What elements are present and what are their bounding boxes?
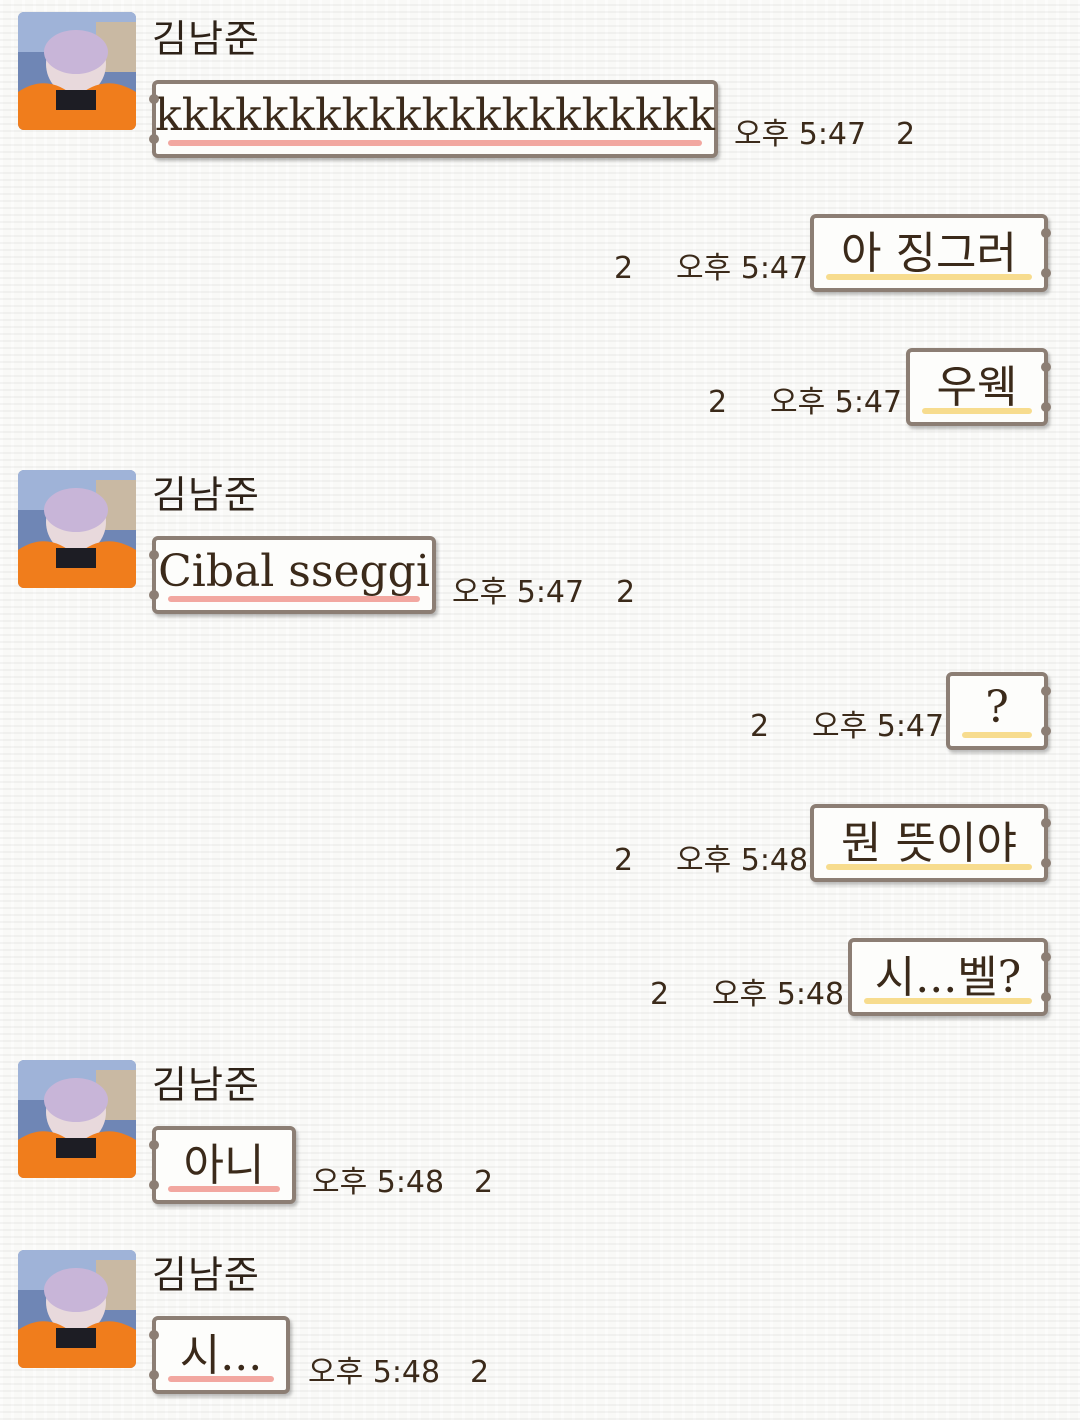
avatar[interactable] (18, 1060, 136, 1178)
bubble-underline (826, 864, 1032, 870)
unread-count: 2 (896, 117, 916, 152)
bubble-knob (149, 590, 159, 600)
unread-count: 2 (470, 1355, 490, 1390)
message-text: 아니 (183, 1140, 265, 1191)
bubble-underline (922, 408, 1032, 414)
message-bubble[interactable]: 뭔 뜻이야 (810, 804, 1051, 882)
message-time: 오후 5:48 (712, 977, 845, 1012)
message-text: 뭔 뜻이야 (841, 818, 1017, 869)
bubble-underline (168, 1376, 274, 1382)
bubble-knob (149, 1370, 159, 1380)
message-text: 우웩 (936, 362, 1018, 413)
message-text: 시... (179, 1330, 263, 1381)
message-text: ? (985, 681, 1009, 733)
message-text: 아 징그러 (841, 228, 1017, 279)
sender-name: 김남준 (152, 1253, 260, 1297)
bubble-knob (149, 1330, 159, 1340)
bubble-knob (149, 134, 159, 144)
sender-name: 김남준 (152, 1063, 260, 1107)
message-bubble[interactable]: 아니 (149, 1126, 296, 1204)
bubble-underline (962, 732, 1032, 738)
bubble-underline (168, 596, 420, 602)
message-bubble[interactable]: 시... (149, 1316, 290, 1394)
bubble-knob (1041, 952, 1051, 962)
avatar[interactable] (18, 470, 136, 588)
bubble-underline (168, 1186, 280, 1192)
bubble-knob (1041, 992, 1051, 1002)
message-time: 오후 5:47 (770, 385, 903, 420)
message-bubble[interactable]: 우웩 (906, 348, 1051, 426)
message-time: 오후 5:48 (312, 1165, 445, 1200)
bubble-knob (1041, 402, 1051, 412)
bubble-knob (149, 1180, 159, 1190)
message-time: 오후 5:47 (452, 575, 585, 610)
message-bubble[interactable]: 시...벨? (848, 938, 1051, 1016)
message-text: kkkkkkkkkkkkkkkkkkkkk (155, 89, 715, 141)
message-bubble[interactable]: Cibal sseggi (149, 536, 436, 614)
unread-count: 2 (614, 251, 634, 286)
unread-count: 2 (474, 1165, 494, 1200)
unread-count: 2 (708, 385, 728, 420)
message-time: 오후 5:47 (676, 251, 809, 286)
message-time: 오후 5:48 (308, 1355, 441, 1390)
message-time: 오후 5:47 (812, 709, 945, 744)
bubble-knob (1041, 818, 1051, 828)
bubble-knob (1041, 858, 1051, 868)
message-bubble[interactable]: 아 징그러 (810, 214, 1051, 292)
bubble-underline (864, 998, 1032, 1004)
bubble-underline (168, 140, 702, 146)
bubble-underline (826, 274, 1032, 280)
bubble-knob (1041, 362, 1051, 372)
bubble-knob (1041, 726, 1051, 736)
unread-count: 2 (750, 709, 770, 744)
sender-name: 김남준 (152, 17, 260, 61)
message-text: 시...벨? (874, 952, 1022, 1003)
chat-window: 김남준 kkkkkkkkkkkkkkkkkkkkk 오후 5:47 2 2 오후… (0, 0, 1080, 1420)
bubble-knob (149, 1140, 159, 1150)
bubble-knob (149, 94, 159, 104)
bubble-knob (1041, 686, 1051, 696)
avatar[interactable] (18, 1250, 136, 1368)
avatar[interactable] (18, 12, 136, 130)
unread-count: 2 (616, 575, 636, 610)
bubble-knob (149, 550, 159, 560)
message-time: 오후 5:47 (734, 117, 867, 152)
sender-name: 김남준 (152, 473, 260, 517)
unread-count: 2 (650, 977, 670, 1012)
bubble-knob (1041, 228, 1051, 238)
message-time: 오후 5:48 (676, 843, 809, 878)
message-bubble[interactable]: kkkkkkkkkkkkkkkkkkkkk (149, 80, 718, 158)
bubble-knob (1041, 268, 1051, 278)
message-bubble[interactable]: ? (946, 672, 1051, 750)
message-text: Cibal sseggi (158, 545, 430, 597)
unread-count: 2 (614, 843, 634, 878)
